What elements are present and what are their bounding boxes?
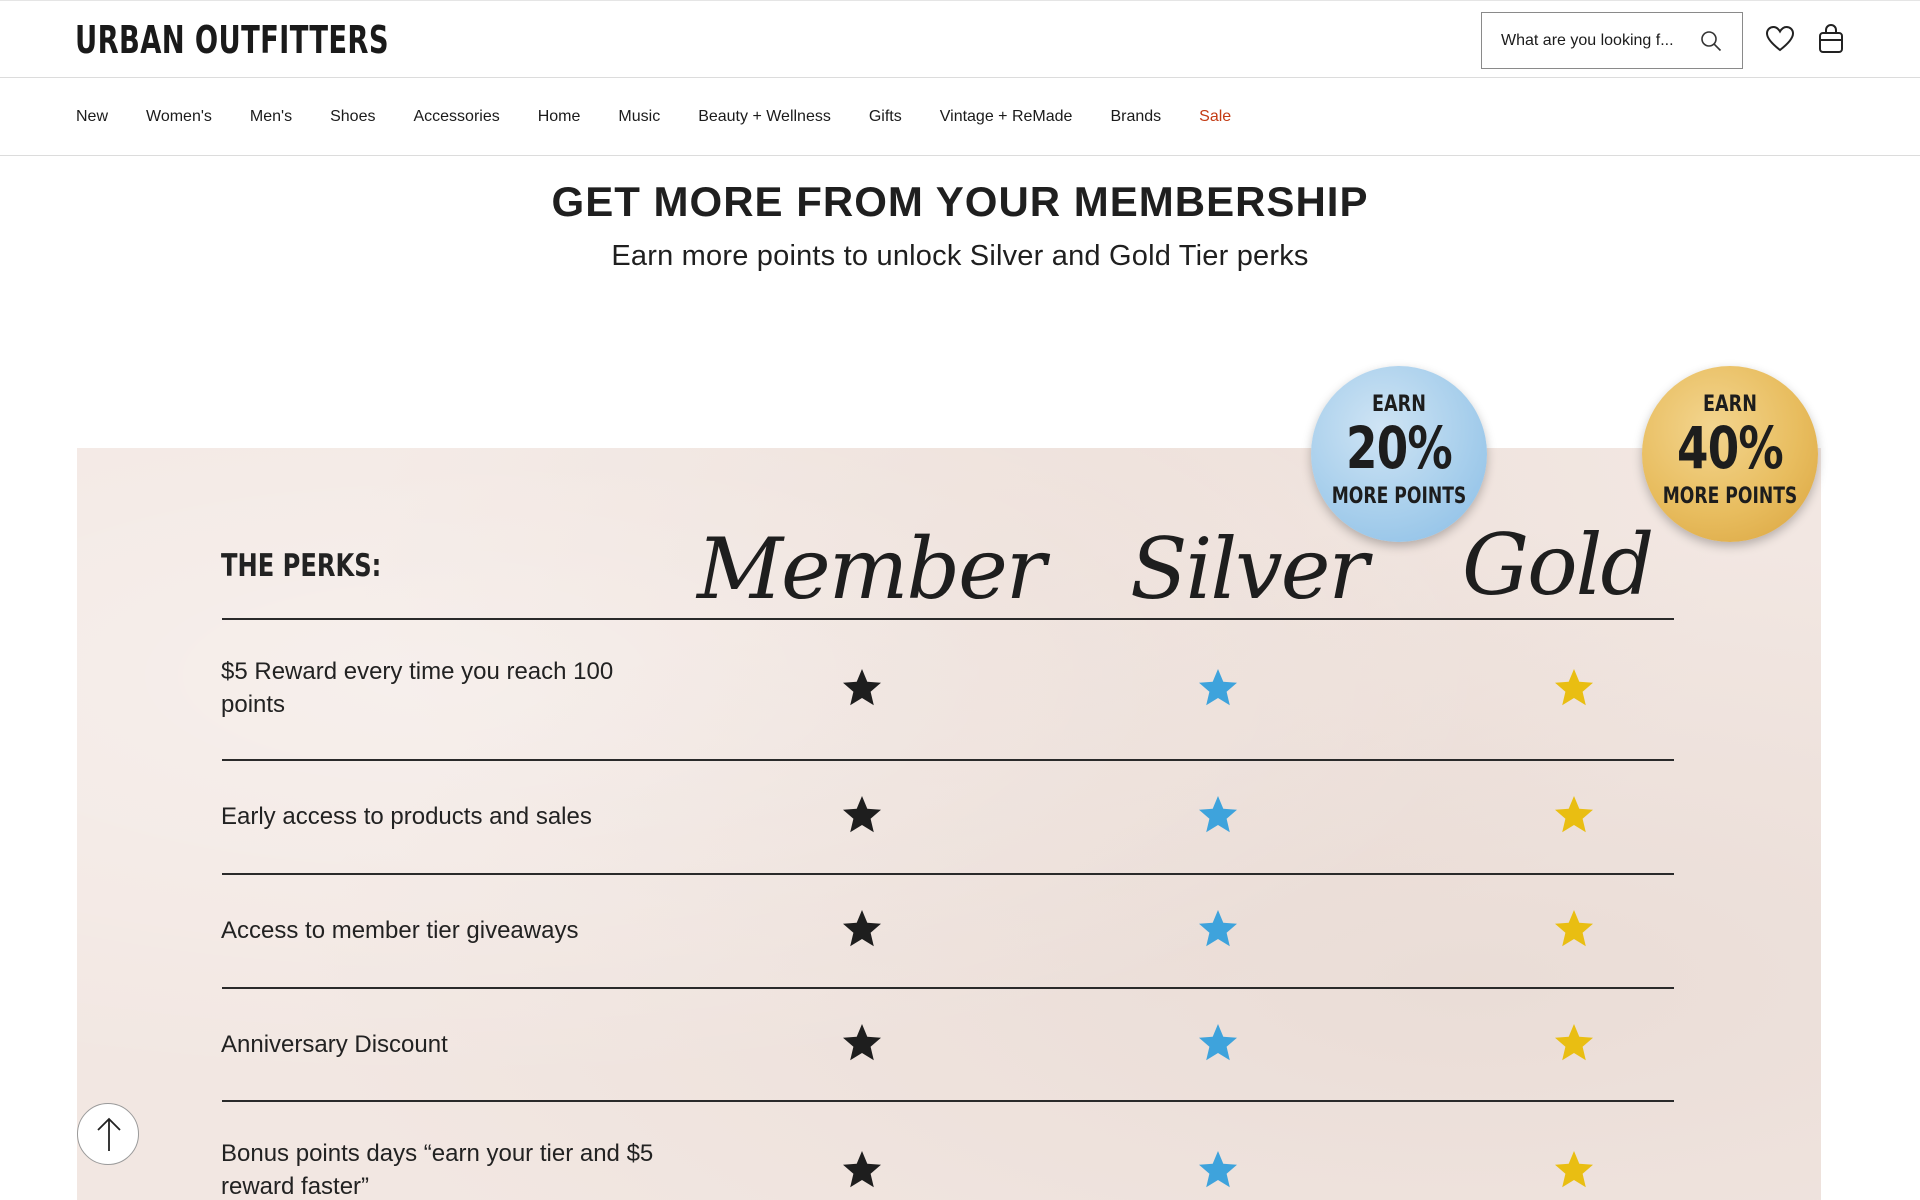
nav-item-mens[interactable]: Men's: [250, 108, 292, 126]
perk-label-anniversary: Anniversary Discount: [221, 1031, 448, 1058]
heart-icon[interactable]: [1765, 25, 1795, 53]
site-header: URBAN OUTFITTERS: [0, 0, 1920, 78]
member-star-icon: [843, 669, 881, 706]
perks-heading: THE PERKS:: [221, 548, 382, 584]
main-nav: New Women's Men's Shoes Accessories Home…: [0, 78, 1920, 156]
search-input[interactable]: [1483, 14, 1693, 67]
badge-more-points: MORE POINTS: [1331, 484, 1467, 509]
silver-star-icon: [1199, 910, 1237, 947]
silver-star-icon: [1199, 796, 1237, 833]
gold-points-badge: EARN 40% MORE POINTS: [1642, 366, 1818, 542]
nav-item-new[interactable]: New: [76, 108, 108, 126]
member-star-icon: [843, 910, 881, 947]
page-title: GET MORE FROM YOUR MEMBERSHIP: [551, 178, 1369, 225]
perk-label-early-access: Early access to products and sales: [221, 803, 592, 830]
member-star-icon: [843, 1024, 881, 1061]
shopping-bag-icon[interactable]: [1816, 23, 1846, 55]
tier-header-silver: Silver: [1130, 520, 1369, 618]
gold-star-icon: [1555, 1151, 1593, 1188]
nav-item-gifts[interactable]: Gifts: [869, 108, 902, 126]
badge-more-points: MORE POINTS: [1662, 484, 1798, 509]
nav-item-vintage-remade[interactable]: Vintage + ReMade: [940, 108, 1073, 126]
scroll-to-top-button[interactable]: [77, 1103, 139, 1165]
silver-points-badge: EARN 20% MORE POINTS: [1311, 366, 1487, 542]
member-star-icon: [843, 796, 881, 833]
nav-item-accessories[interactable]: Accessories: [413, 108, 499, 126]
tier-header-member: Member: [697, 520, 1046, 618]
nav-list: New Women's Men's Shoes Accessories Home…: [76, 78, 1269, 156]
tier-header-gold: Gold: [1462, 516, 1654, 614]
badge-percent: 20%: [1346, 414, 1453, 482]
perk-label-reward: $5 Reward every time you reach 100 point…: [221, 658, 614, 718]
search-icon[interactable]: [1699, 29, 1723, 53]
perk-label-bonus-days: Bonus points days “earn your tier and $5…: [221, 1140, 654, 1200]
member-star-icon: [843, 1151, 881, 1188]
badge-percent: 40%: [1677, 414, 1784, 482]
divider: [222, 1100, 1674, 1102]
divider: [222, 873, 1674, 875]
divider: [222, 759, 1674, 761]
gold-star-icon: [1555, 1024, 1593, 1061]
arrow-up-icon: [97, 1117, 121, 1151]
divider: [222, 618, 1674, 620]
gold-star-icon: [1555, 910, 1593, 947]
nav-item-music[interactable]: Music: [618, 108, 660, 126]
nav-item-beauty-wellness[interactable]: Beauty + Wellness: [698, 108, 831, 126]
silver-star-icon: [1199, 1024, 1237, 1061]
page-subtitle: Earn more points to unlock Silver and Go…: [611, 240, 1309, 272]
divider: [222, 987, 1674, 989]
nav-item-brands[interactable]: Brands: [1110, 108, 1161, 126]
silver-star-icon: [1199, 669, 1237, 706]
site-logo[interactable]: URBAN OUTFITTERS: [75, 15, 389, 65]
perks-table: THE PERKS: Member Silver Gold $5 Reward …: [77, 448, 1821, 1200]
nav-item-sale[interactable]: Sale: [1199, 108, 1231, 126]
perk-label-giveaways: Access to member tier giveaways: [221, 917, 579, 944]
nav-item-home[interactable]: Home: [538, 108, 581, 126]
gold-star-icon: [1555, 669, 1593, 706]
silver-star-icon: [1199, 1151, 1237, 1188]
nav-item-womens[interactable]: Women's: [146, 108, 212, 126]
gold-star-icon: [1555, 796, 1593, 833]
search-box[interactable]: [1481, 12, 1743, 69]
nav-item-shoes[interactable]: Shoes: [330, 108, 375, 126]
